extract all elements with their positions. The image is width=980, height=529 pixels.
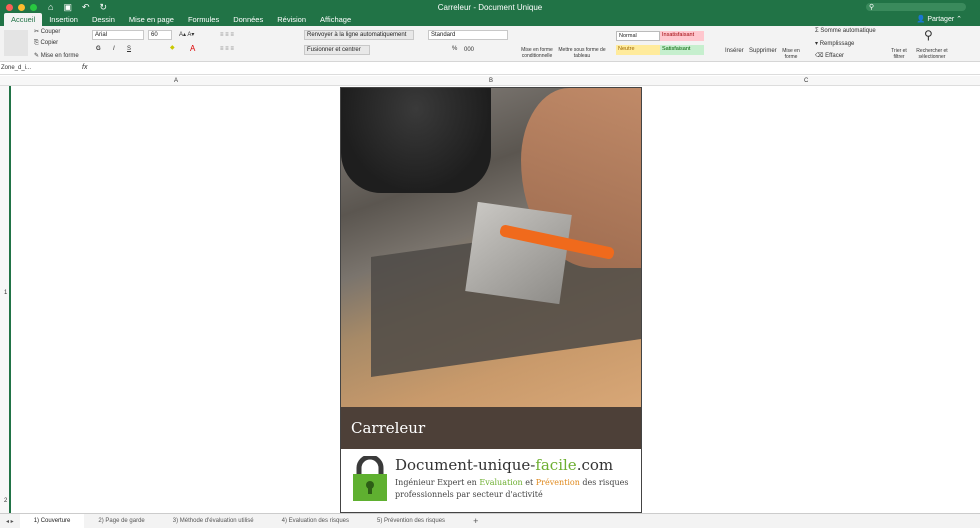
italic-button[interactable]: I [113, 46, 115, 52]
tab-formules[interactable]: Formules [181, 13, 226, 26]
search-input[interactable]: ⚲ [866, 3, 966, 11]
thousands-button[interactable]: 000 [464, 47, 474, 53]
tab-revision[interactable]: Révision [270, 13, 313, 26]
tiler-photo [341, 88, 641, 407]
brand-name: Document-unique-facile.com [395, 456, 614, 474]
font-color-icon[interactable]: A [190, 44, 195, 53]
window-title: Carreleur - Document Unique [437, 3, 543, 12]
format-cells-button[interactable]: Mise en forme [780, 48, 802, 60]
format-painter-button[interactable]: ✎ Mise en forme [34, 52, 79, 59]
fill-button[interactable]: ▾ Remplissage [815, 40, 854, 47]
formula-bar: Zone_d_i... fx [0, 62, 980, 75]
style-satisfaisant[interactable]: Satisfaisant [660, 45, 704, 55]
column-header-a[interactable]: A [174, 78, 178, 84]
ribbon: ✂ Couper ⎘ Copier ✎ Mise en forme Arial … [0, 26, 980, 62]
column-header-b[interactable]: B [489, 78, 493, 84]
style-neutre[interactable]: Neutre [616, 45, 660, 55]
delete-cells-button[interactable]: Supprimer [749, 48, 777, 54]
tab-dessin[interactable]: Dessin [85, 13, 122, 26]
font-size-select[interactable]: 60 [148, 30, 172, 40]
share-button[interactable]: 👤 Partager ⌃ [917, 15, 962, 23]
share-label: Partager [927, 16, 955, 23]
clear-button[interactable]: ⌫ Effacer [815, 52, 844, 59]
underline-button[interactable]: S [127, 46, 131, 52]
sort-filter-button[interactable]: Trier et filtrer [888, 48, 910, 60]
cover-image[interactable]: Carreleur Document-unique-facile.com Ing… [340, 87, 642, 513]
brand-tagline: Ingénieur Expert en Evaluation et Préven… [395, 478, 629, 499]
number-format-select[interactable]: Standard [428, 30, 508, 40]
fx-icon[interactable]: fx [82, 64, 87, 71]
conditional-format-button[interactable]: Mise en forme conditionnelle [517, 47, 557, 59]
sheet-tab-prevention[interactable]: 5) Prévention des risques [363, 518, 459, 524]
autosum-button[interactable]: Σ Somme automatique [815, 28, 876, 34]
table-format-button[interactable]: Mettre sous forme de tableau [558, 47, 606, 59]
copy-button[interactable]: ⎘ Copier [34, 40, 58, 47]
insert-cells-button[interactable]: Insérer [725, 48, 744, 54]
row-header-1[interactable]: 1 [4, 290, 7, 296]
align-top-icons[interactable]: ≡ ≡ ≡ [220, 32, 234, 38]
bold-button[interactable]: G [96, 46, 101, 52]
tab-donnees[interactable]: Données [226, 13, 270, 26]
row-header-2[interactable]: 2 [4, 498, 7, 504]
sheet-nav-arrows[interactable]: ◂ ▸ [0, 518, 20, 525]
name-box[interactable]: Zone_d_i... [1, 65, 31, 71]
tab-insertion[interactable]: Insertion [42, 13, 85, 26]
style-normal[interactable]: Normal [616, 31, 660, 41]
percent-button[interactable]: % [452, 46, 457, 52]
sheet-tab-evaluation[interactable]: 4) Evaluation des risques [268, 518, 363, 524]
style-insatisfaisant[interactable]: Insatisfaisant [660, 31, 704, 41]
formula-input[interactable] [96, 64, 976, 73]
title-bar: ⌂ ▣ ↶ ↻ Carreleur - Document Unique ⚲ 👤 Par… [0, 0, 980, 26]
cut-button[interactable]: ✂ Couper [34, 28, 60, 35]
tab-mise-en-page[interactable]: Mise en page [122, 13, 181, 26]
merge-center-button[interactable]: Fusionner et centrer [304, 45, 370, 55]
column-header-c[interactable]: C [804, 78, 808, 84]
ribbon-tabs: Accueil Insertion Dessin Mise en page Fo… [4, 13, 358, 26]
sheet-tabs: ◂ ▸ 1) Couverture 2) Page de garde 3) Mé… [0, 513, 980, 529]
column-headers: A B C [0, 76, 980, 86]
find-select-button[interactable]: Rechercher et sélectionner [912, 48, 952, 60]
padlock-logo-icon [353, 456, 387, 501]
wrap-text-button[interactable]: Renvoyer à la ligne automatiquement [304, 30, 414, 40]
sheet-tab-page-de-garde[interactable]: 2) Page de garde [84, 518, 158, 524]
row-headers: 1 2 [0, 86, 11, 513]
font-size-buttons[interactable]: A▴ A▾ [179, 31, 194, 38]
cover-title: Carreleur [341, 407, 641, 449]
font-select[interactable]: Arial [92, 30, 144, 40]
sheet-tab-methode[interactable]: 3) Méthode d'évaluation utilisé [159, 518, 268, 524]
add-sheet-button[interactable]: + [459, 516, 492, 526]
tab-affichage[interactable]: Affichage [313, 13, 358, 26]
search-icon: ⚲ [924, 28, 933, 42]
sheet-tab-couverture[interactable]: 1) Couverture [19, 513, 85, 529]
align-horizontal-icons[interactable]: ≡ ≡ ≡ [220, 46, 234, 52]
paste-button[interactable] [4, 30, 28, 56]
tab-accueil[interactable]: Accueil [4, 13, 43, 26]
fill-color-icon[interactable]: ◆ [170, 44, 175, 51]
